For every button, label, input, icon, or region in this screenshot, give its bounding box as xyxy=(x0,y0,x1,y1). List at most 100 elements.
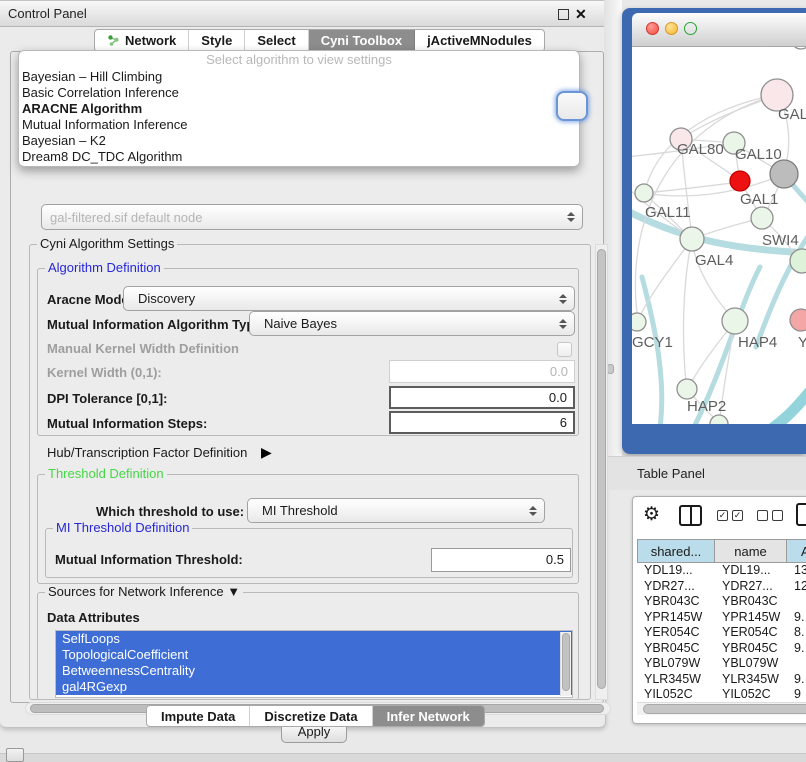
collapse-down-icon[interactable]: ▼ xyxy=(227,584,240,599)
tab-style[interactable]: Style xyxy=(189,30,245,51)
tab-impute-data[interactable]: Impute Data xyxy=(147,706,250,726)
algorithm-popup-item[interactable]: Bayesian – K2 xyxy=(19,133,579,149)
aracne-mode-combobox[interactable]: Discovery xyxy=(123,286,575,311)
tab-style-label: Style xyxy=(201,33,232,48)
tab-jactivemnodules[interactable]: jActiveMNodules xyxy=(415,30,544,51)
table-cell: YBL079W xyxy=(715,656,787,672)
table-hscroll-thumb[interactable] xyxy=(643,704,806,714)
network-node[interactable] xyxy=(790,309,806,331)
tab-discretize-data[interactable]: Discretize Data xyxy=(250,706,372,726)
network-node[interactable] xyxy=(635,184,653,202)
attributes-scrollbar[interactable] xyxy=(560,632,571,696)
select-all-checkboxes-icon[interactable]: ✓ ✓ xyxy=(717,510,743,521)
network-node[interactable] xyxy=(791,47,806,49)
column-header-partial[interactable]: A xyxy=(787,539,806,563)
network-node[interactable] xyxy=(770,160,798,188)
table-row[interactable]: YPR145WYPR145W9. xyxy=(637,610,806,626)
algorithm-combobox-focus-fragment[interactable] xyxy=(556,91,588,121)
sources-group-title[interactable]: Sources for Network Inference ▼ xyxy=(45,585,243,599)
panel-mode-icon[interactable] xyxy=(796,503,806,526)
collapse-right-icon[interactable]: ▶ xyxy=(261,444,272,460)
which-threshold-combobox[interactable]: MI Threshold xyxy=(247,498,545,523)
mi-steps-input[interactable]: 6 xyxy=(389,411,575,434)
table-horizontal-scrollbar[interactable] xyxy=(637,702,806,715)
close-traffic-light-icon[interactable] xyxy=(646,22,659,35)
table-row[interactable]: YBR043CYBR043C xyxy=(637,594,806,610)
manual-kernel-checkbox[interactable] xyxy=(557,342,572,357)
table-row[interactable]: YDR27...YDR27...12 xyxy=(637,579,806,595)
dpi-tolerance-input[interactable]: 0.0 xyxy=(389,386,575,409)
tab-network[interactable]: Network xyxy=(95,30,189,51)
close-icon[interactable]: ✕ xyxy=(575,5,587,23)
algorithm-popup-prompt: Select algorithm to view settings xyxy=(19,51,579,69)
algorithm-popup-item[interactable]: Bayesian – Hill Climbing xyxy=(19,69,579,85)
show-columns-icon[interactable] xyxy=(679,505,702,526)
node-label: SWI4 xyxy=(762,232,799,249)
table-panel-titlebar[interactable]: Table Panel xyxy=(604,456,806,490)
table-cell: YPR145W xyxy=(637,610,715,626)
algorithm-popup-item[interactable]: ARACNE Algorithm xyxy=(19,101,579,117)
network-graph: GALGAL80GAL10GAL1GAL11SWI4GAL4GCY1HAP4YH… xyxy=(632,47,806,424)
gear-icon[interactable]: ⚙ xyxy=(643,503,660,527)
table-cell: YDL19... xyxy=(715,563,787,579)
network-node[interactable] xyxy=(680,227,704,251)
tab-select[interactable]: Select xyxy=(245,30,308,51)
network-node[interactable] xyxy=(751,207,773,229)
table-panel-title: Table Panel xyxy=(637,457,705,491)
table-row[interactable]: YBL079WYBL079W xyxy=(637,656,806,672)
data-attribute-item[interactable]: gal4RGexp xyxy=(56,679,572,695)
aracne-mode-label: Aracne Mode: xyxy=(47,292,133,307)
algorithm-popup-list: Bayesian – Hill ClimbingBasic Correlatio… xyxy=(19,69,579,165)
minimize-traffic-light-icon[interactable] xyxy=(665,22,678,35)
network-window-titlebar[interactable] xyxy=(632,13,806,47)
split-pane-handle[interactable] xyxy=(607,364,614,374)
network-node[interactable] xyxy=(677,379,697,399)
table-row[interactable]: YDL19...YDL19...13 xyxy=(637,563,806,579)
network-edge xyxy=(748,381,806,424)
algorithm-popup-item[interactable]: Dream8 DC_TDC Algorithm xyxy=(19,149,579,165)
mi-algorithm-type-combobox[interactable]: Naive Bayes xyxy=(249,311,575,336)
table-row[interactable]: YER054CYER054C8. xyxy=(637,625,806,641)
network-select-combobox[interactable]: gal-filtered.sif default node xyxy=(41,204,583,230)
table-row[interactable]: YIL052CYIL052C9 xyxy=(637,687,806,702)
deselect-all-checkboxes-icon[interactable] xyxy=(757,510,783,521)
mi-steps-label: Mutual Information Steps: xyxy=(47,416,207,431)
algorithm-popup-item[interactable]: Basic Correlation Inference xyxy=(19,85,579,101)
data-attributes-list[interactable]: SelfLoopsTopologicalCoefficientBetweenne… xyxy=(55,630,573,698)
minimized-panel-button[interactable] xyxy=(6,748,24,762)
cyni-bottom-tabs: Impute Data Discretize Data Infer Networ… xyxy=(146,705,485,727)
table-cell: YDL19... xyxy=(637,563,715,579)
unchecked-box-icon xyxy=(772,510,783,521)
attributes-scrollbar-thumb[interactable] xyxy=(562,633,570,691)
mi-threshold-input[interactable]: 0.5 xyxy=(431,548,571,572)
screen: Control Panel ✕ Network Style Select xyxy=(0,0,806,762)
data-attribute-item[interactable]: BetweennessCentrality xyxy=(56,663,572,679)
table-cell: YLR345W xyxy=(715,672,787,688)
column-header-shared-name[interactable]: shared... xyxy=(637,539,715,563)
data-attribute-item[interactable]: TopologicalCoefficient xyxy=(56,647,572,663)
kernel-width-input[interactable]: 0.0 xyxy=(389,360,575,383)
combo-stepper-icon xyxy=(559,287,567,310)
network-canvas[interactable]: GALGAL80GAL10GAL1GAL11SWI4GAL4GCY1HAP4YH… xyxy=(632,47,806,424)
network-view-window[interactable]: GALGAL80GAL10GAL1GAL11SWI4GAL4GCY1HAP4YH… xyxy=(622,8,806,454)
hub-transcription-label: Hub/Transcription Factor Definition xyxy=(47,445,247,460)
float-window-icon[interactable] xyxy=(558,9,569,20)
tab-cyni-toolbox[interactable]: Cyni Toolbox xyxy=(309,30,415,51)
column-header-name[interactable]: name xyxy=(715,539,787,563)
table-row[interactable]: YBR045CYBR045C9. xyxy=(637,641,806,657)
settings-vertical-scrollbar[interactable] xyxy=(595,244,608,700)
node-label: GAL xyxy=(778,106,806,123)
table-row[interactable]: YLR345WYLR345W9. xyxy=(637,672,806,688)
tab-infer-network[interactable]: Infer Network xyxy=(373,706,484,726)
data-attribute-item[interactable]: SelfLoops xyxy=(56,631,572,647)
network-node[interactable] xyxy=(730,171,750,191)
hub-transcription-section[interactable]: Hub/Transcription Factor Definition ▶ xyxy=(47,444,272,461)
settings-vscroll-thumb[interactable] xyxy=(597,249,606,689)
zoom-traffic-light-icon[interactable] xyxy=(684,22,697,35)
network-node[interactable] xyxy=(722,308,748,334)
threshold-definition-title: Threshold Definition xyxy=(45,467,167,481)
table-cell: YDR27... xyxy=(715,579,787,595)
control-panel-titlebar[interactable]: Control Panel ✕ xyxy=(0,1,605,27)
algorithm-popup-item[interactable]: Mutual Information Inference xyxy=(19,117,579,133)
network-node[interactable] xyxy=(632,313,646,331)
